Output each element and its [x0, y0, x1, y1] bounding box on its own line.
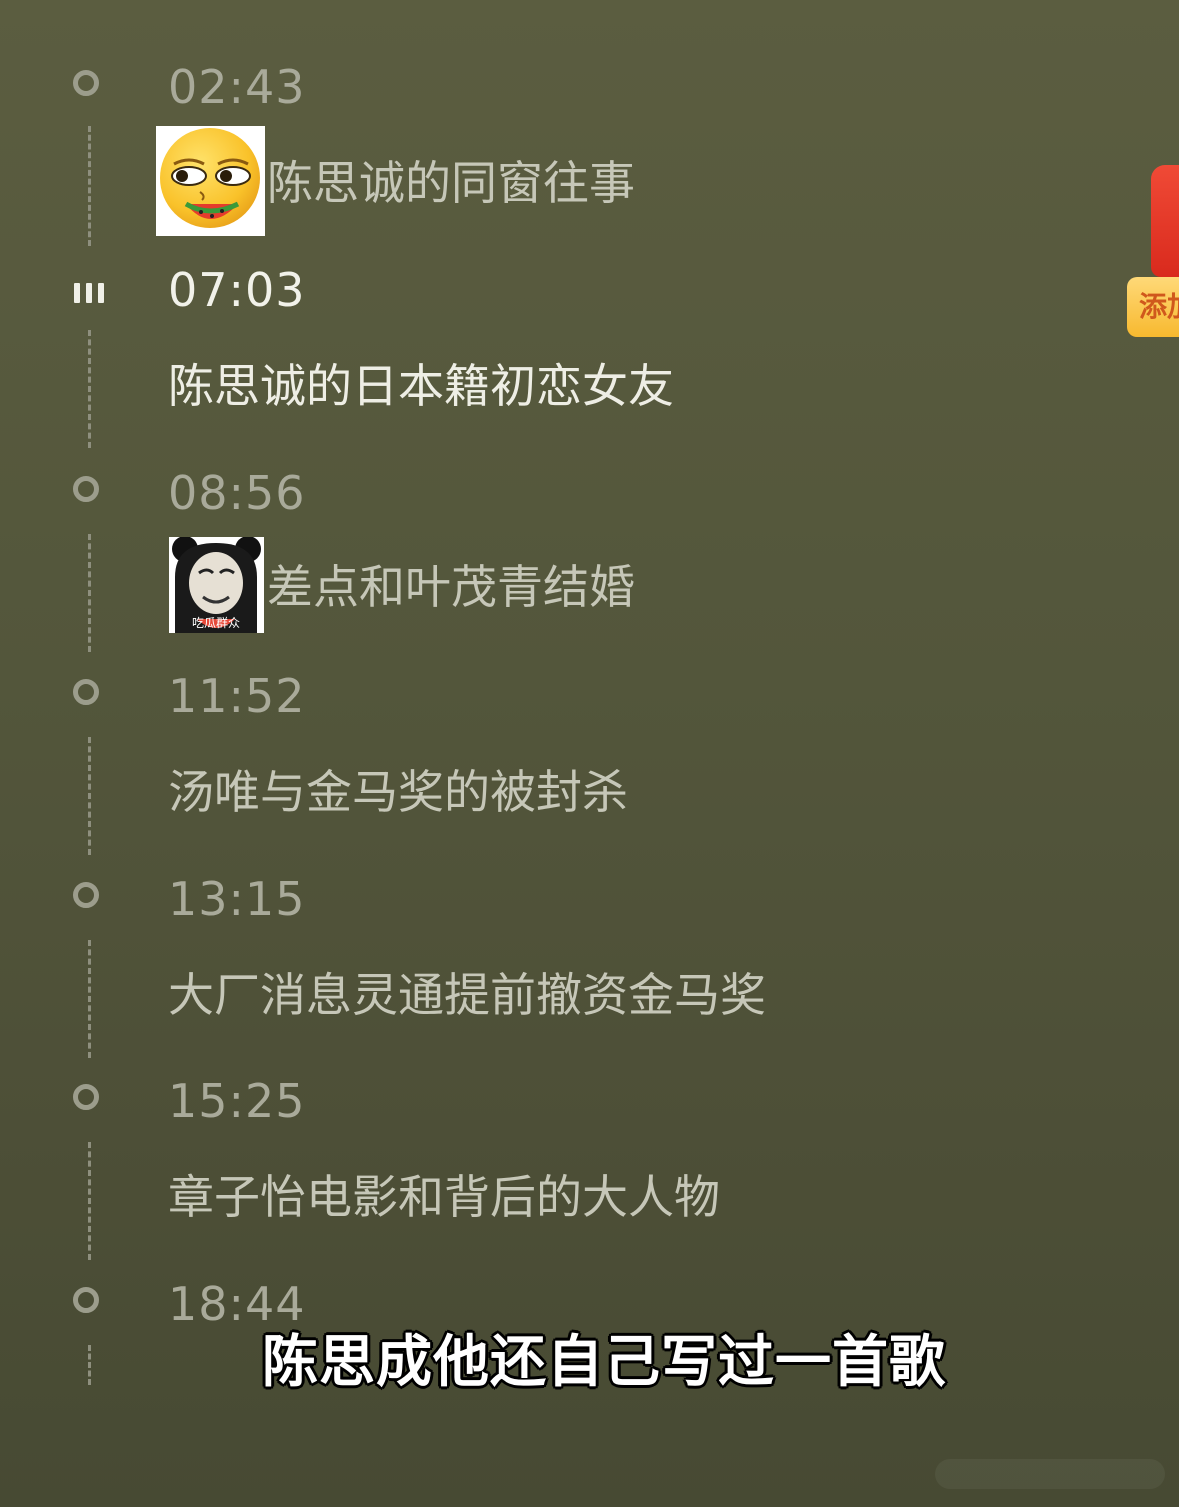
chapter-item[interactable]: 15:25 章子怡电影和背后的大人物: [0, 1014, 1000, 1260]
add-button-label: 添加: [1139, 290, 1179, 323]
chapter-time: 18:44: [168, 1277, 306, 1331]
red-packet-icon[interactable]: [1151, 165, 1179, 277]
chapter-title: 差点和叶茂青结婚: [267, 560, 635, 614]
playing-bars-icon: [74, 283, 108, 305]
chapter-item[interactable]: 08:56 吃瓜群众 差点和叶茂青结婚: [0, 406, 1000, 652]
video-subtitle: 陈思成他还自己写过一首歌: [262, 1329, 946, 1395]
chapter-time: 11:52: [168, 669, 306, 723]
chapter-time: 07:03: [168, 263, 306, 317]
chapter-title: 章子怡电影和背后的大人物: [168, 1170, 720, 1224]
chapter-title: 汤唯与金马奖的被封杀: [168, 765, 628, 819]
timeline-connector: [88, 1345, 91, 1385]
chapter-item-active[interactable]: 07:03 陈思诚的日本籍初恋女友: [0, 0, 1000, 448]
circle-icon: [73, 1084, 99, 1110]
chapter-title: 大厂消息灵通提前撤资金马奖: [168, 968, 766, 1022]
add-button[interactable]: 添加: [1127, 277, 1179, 337]
chapter-time: 08:56: [168, 466, 306, 520]
chapter-title: 陈思诚的日本籍初恋女友: [168, 359, 674, 413]
circle-icon: [73, 476, 99, 502]
circle-icon: [73, 882, 99, 908]
chapter-item[interactable]: 11:52 汤唯与金马奖的被封杀: [0, 609, 1000, 855]
chapter-timeline: 02:43 陈思诚的同窗往事 07:03 陈思诚的日本籍初恋女友 08:56 吃…: [0, 0, 1179, 1507]
circle-icon: [73, 679, 99, 705]
chapter-time: 13:15: [168, 872, 306, 926]
chapter-item[interactable]: 13:15 大厂消息灵通提前撤资金马奖: [0, 812, 1000, 1058]
circle-icon: [73, 1287, 99, 1313]
watermark: [935, 1459, 1165, 1489]
chapter-time: 15:25: [168, 1074, 306, 1128]
